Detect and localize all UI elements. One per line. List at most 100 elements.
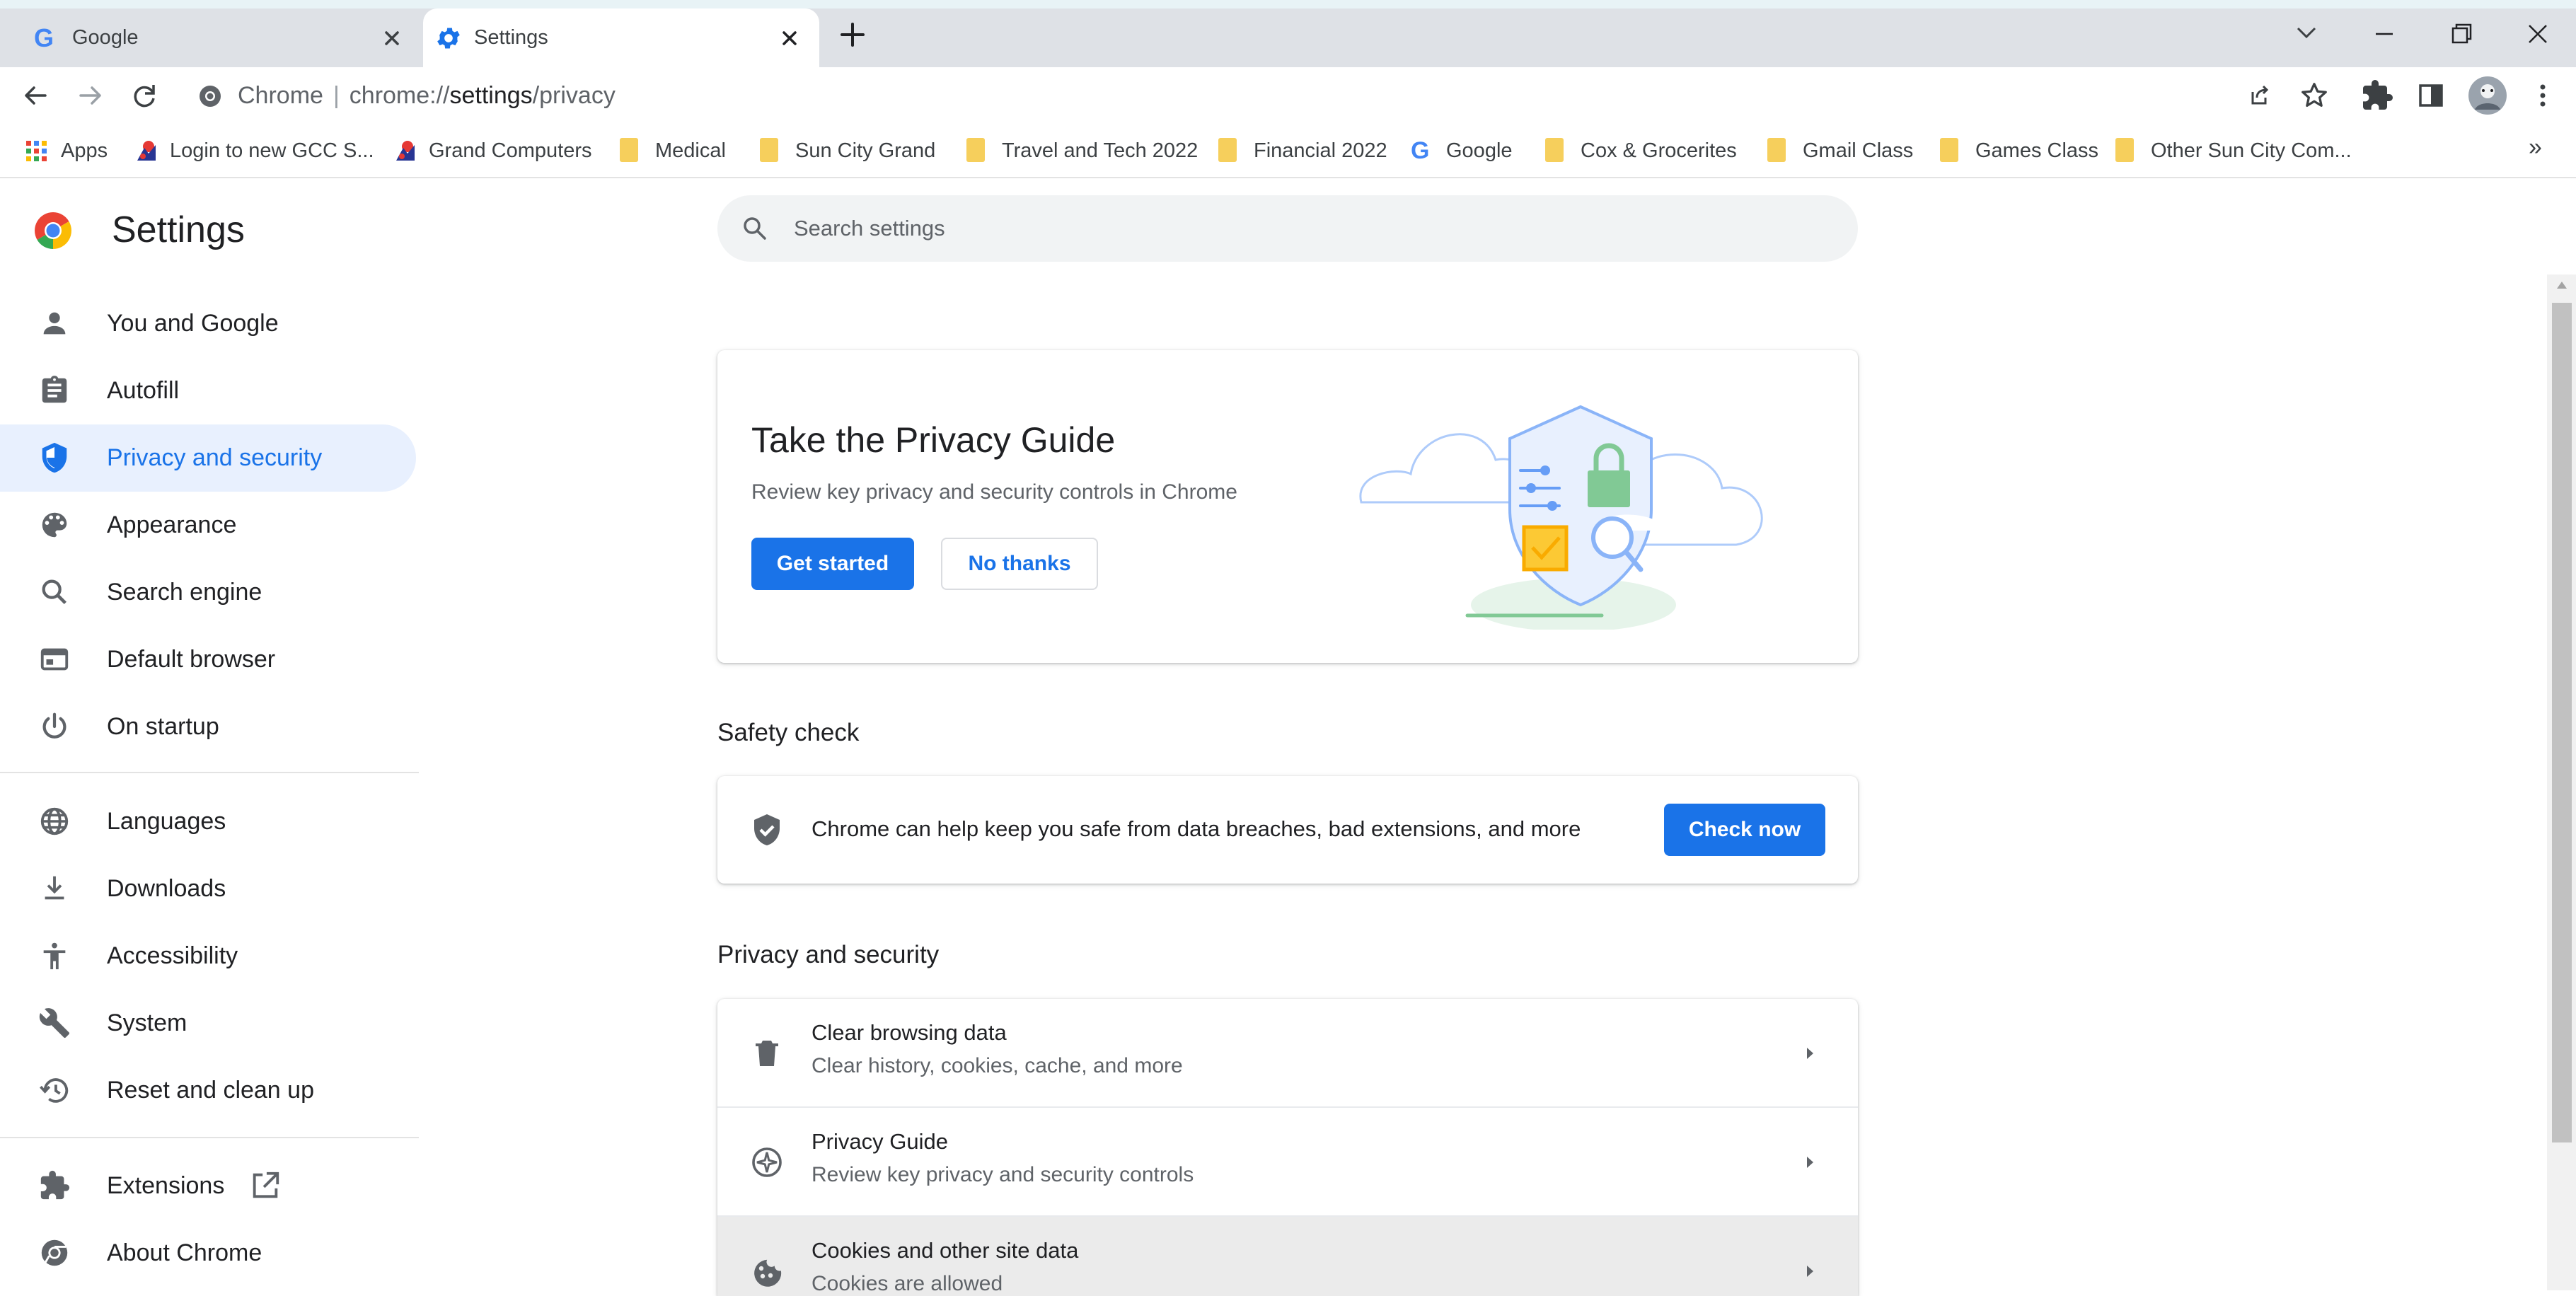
url-path: /privacy xyxy=(532,82,616,109)
nav-reset-and-clean-up[interactable]: Reset and clean up xyxy=(0,1057,416,1124)
tab-title: Google xyxy=(72,26,139,49)
reload-icon[interactable] xyxy=(127,79,161,112)
bookmark-label: Sun City Grand xyxy=(795,139,936,162)
bookmark-label: Google xyxy=(1446,139,1513,162)
close-window-icon[interactable] xyxy=(2517,14,2559,54)
restore-icon[interactable] xyxy=(2439,14,2481,54)
row-title: Cookies and other site data xyxy=(812,1238,1079,1263)
search-input[interactable] xyxy=(794,195,1784,262)
bookmark-grand-computers[interactable]: Grand Computers xyxy=(393,137,592,165)
minimize-icon[interactable] xyxy=(2363,14,2405,54)
close-tab-icon[interactable] xyxy=(775,24,804,52)
nav-label: Reset and clean up xyxy=(107,1077,314,1104)
trash-icon xyxy=(750,1036,784,1070)
url-text[interactable]: Chrome | chrome://settings/privacy xyxy=(238,74,616,117)
privacy-guide-illustration xyxy=(1354,389,1814,630)
bookmark-google[interactable]: G Google xyxy=(1411,137,1513,165)
address-bar[interactable]: Chrome | chrome://settings/privacy xyxy=(183,74,2574,117)
no-thanks-button[interactable]: No thanks xyxy=(941,538,1098,590)
nav-downloads[interactable]: Downloads xyxy=(0,855,416,922)
bookmark-label: Apps xyxy=(61,139,108,162)
nav-you-and-google[interactable]: You and Google xyxy=(0,290,416,357)
privacy-security-card: Clear browsing data Clear history, cooki… xyxy=(717,999,1858,1296)
power-icon xyxy=(38,710,71,743)
back-arrow-icon[interactable] xyxy=(18,79,52,112)
tab-strip: G Google Settings xyxy=(0,0,2576,67)
window-top-edge xyxy=(0,0,2576,8)
search-icon xyxy=(739,212,771,245)
tab-search-icon[interactable] xyxy=(2285,14,2328,54)
globe-icon xyxy=(38,805,71,838)
nav-languages[interactable]: Languages xyxy=(0,788,416,855)
nav-autofill[interactable]: Autofill xyxy=(0,357,416,424)
nav-on-startup[interactable]: On startup xyxy=(0,693,416,760)
url-host: settings xyxy=(449,82,533,109)
folder-icon xyxy=(1218,138,1241,163)
new-tab-button[interactable] xyxy=(838,20,867,50)
privacy-guide-card: Take the Privacy Guide Review key privac… xyxy=(717,350,1858,663)
google-g-icon: G xyxy=(34,23,54,52)
bookmark-login-gcc[interactable]: Login to new GCC S... xyxy=(134,137,374,165)
nav-label: Autofill xyxy=(107,377,180,404)
more-vert-icon[interactable] xyxy=(2526,79,2560,112)
forward-arrow-icon[interactable] xyxy=(74,79,108,112)
chrome-logo-icon xyxy=(198,84,222,108)
nav-label: Search engine xyxy=(107,579,262,606)
wrench-icon xyxy=(38,1007,71,1039)
bookmark-folder-medical[interactable]: Medical xyxy=(620,137,726,165)
nav-divider xyxy=(0,772,419,773)
bookmark-apps[interactable]: Apps xyxy=(25,137,108,165)
folder-icon xyxy=(1767,138,1790,163)
side-panel-icon[interactable] xyxy=(2414,79,2448,112)
nav-search-engine[interactable]: Search engine xyxy=(0,559,416,626)
nav-label: On startup xyxy=(107,713,219,740)
nav-appearance[interactable]: Appearance xyxy=(0,492,416,559)
row-privacy-guide[interactable]: Privacy Guide Review key privacy and sec… xyxy=(717,1108,1858,1217)
bookmark-star-icon[interactable] xyxy=(2298,79,2330,112)
row-subtitle: Clear history, cookies, cache, and more xyxy=(812,1054,1183,1077)
nav-divider xyxy=(0,1137,419,1138)
row-clear-browsing-data[interactable]: Clear browsing data Clear history, cooki… xyxy=(717,999,1858,1108)
bookmark-folder-travel-tech[interactable]: Travel and Tech 2022 xyxy=(966,137,1198,165)
nav-default-browser[interactable]: Default browser xyxy=(0,626,416,693)
bookmark-folder-cox-grocerites[interactable]: Cox & Grocerites xyxy=(1545,137,1737,165)
scroll-up-arrow-icon[interactable] xyxy=(2555,280,2568,290)
cookie-icon xyxy=(750,1254,784,1288)
share-icon[interactable] xyxy=(2243,79,2275,112)
palette-icon xyxy=(38,509,71,541)
privacy-guide-description: Review key privacy and security controls… xyxy=(751,480,1237,504)
bookmark-label: Cox & Grocerites xyxy=(1581,139,1737,162)
close-tab-icon[interactable] xyxy=(378,24,406,52)
check-now-button[interactable]: Check now xyxy=(1664,804,1825,856)
bookmark-folder-other-sun-city[interactable]: Other Sun City Com... xyxy=(2115,137,2352,165)
nav-label: Downloads xyxy=(107,875,226,902)
bookmarks-bar: Apps Login to new GCC S... Grand Compute… xyxy=(0,124,2576,178)
safety-check-heading: Safety check xyxy=(717,719,860,746)
bookmark-folder-games-class[interactable]: Games Class xyxy=(1940,137,2098,165)
puzzle-icon xyxy=(38,1169,71,1202)
nav-privacy-and-security[interactable]: Privacy and security xyxy=(0,424,416,492)
nav-extensions[interactable]: Extensions xyxy=(0,1152,416,1220)
bookmark-folder-sun-city-grand[interactable]: Sun City Grand xyxy=(760,137,935,165)
nav-label: Appearance xyxy=(107,511,237,538)
bookmark-folder-financial[interactable]: Financial 2022 xyxy=(1218,137,1387,165)
folder-icon xyxy=(966,138,989,163)
tab-google[interactable]: G Google xyxy=(13,8,423,67)
tab-settings[interactable]: Settings xyxy=(423,8,819,67)
profile-avatar[interactable] xyxy=(2468,76,2507,115)
nav-accessibility[interactable]: Accessibility xyxy=(0,922,416,990)
folder-icon xyxy=(2115,138,2138,163)
bookmark-folder-gmail-class[interactable]: Gmail Class xyxy=(1767,137,1913,165)
page-scrollbar-thumb[interactable] xyxy=(2552,303,2572,1142)
nav-system[interactable]: System xyxy=(0,990,416,1057)
row-cookies[interactable]: Cookies and other site data Cookies are … xyxy=(717,1217,1858,1296)
nav-about-chrome[interactable]: About Chrome xyxy=(0,1220,416,1287)
search-settings-box[interactable] xyxy=(717,195,1858,262)
extensions-puzzle-icon[interactable] xyxy=(2360,79,2394,112)
bookmarks-overflow-chevron[interactable]: » xyxy=(2529,134,2542,161)
arrow-right-icon xyxy=(1800,1152,1820,1172)
get-started-button[interactable]: Get started xyxy=(751,538,914,590)
bookmark-label: Games Class xyxy=(1975,139,2099,162)
bookmark-label: Login to new GCC S... xyxy=(170,139,374,162)
arrow-right-icon xyxy=(1800,1261,1820,1281)
